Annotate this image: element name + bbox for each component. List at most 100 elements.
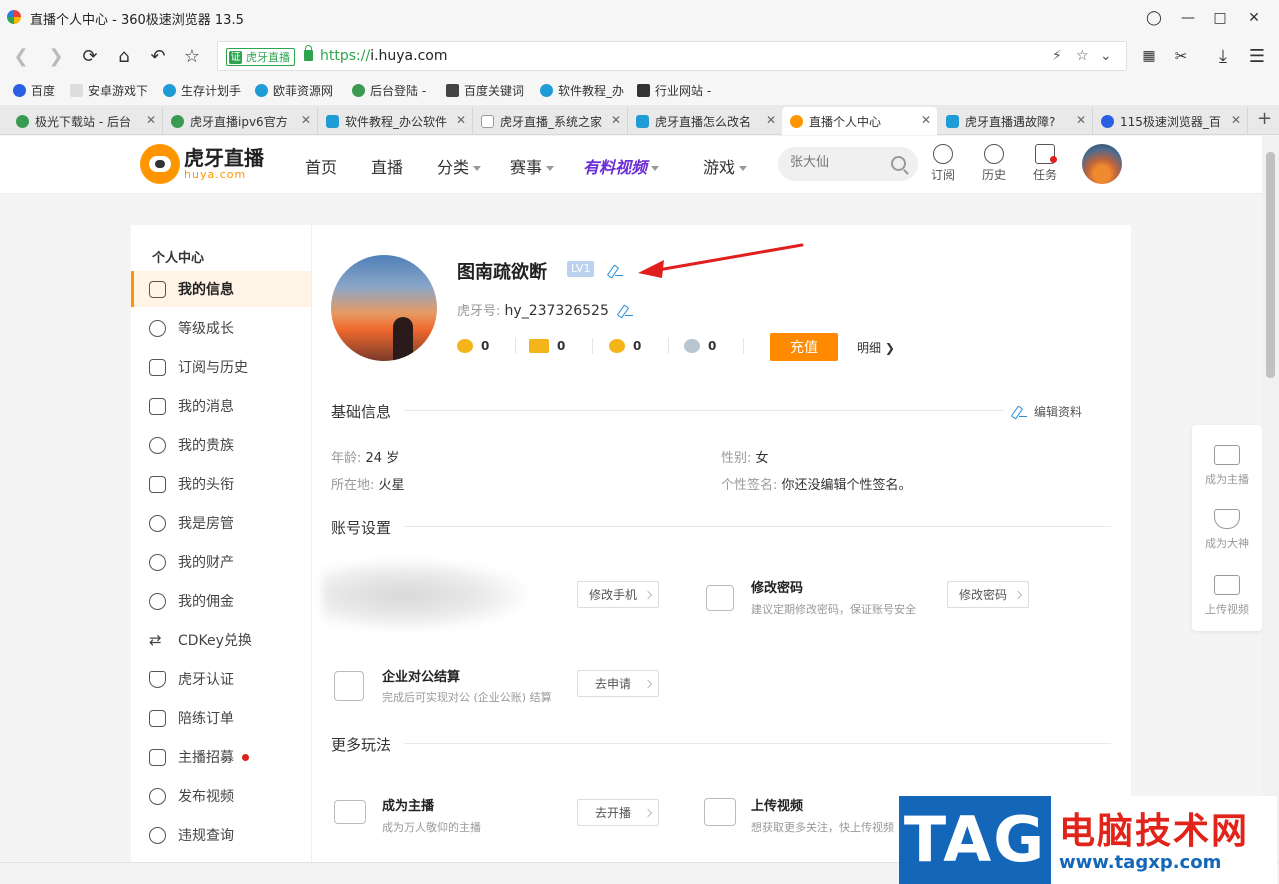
go-live-button[interactable]: 去开播: [577, 799, 659, 826]
skin-icon[interactable]: ◯: [1143, 7, 1165, 29]
edit-icon: [1012, 406, 1028, 418]
stat-gold-bean[interactable]: 0: [457, 339, 489, 353]
bookmark-item[interactable]: 后台登陆 -: [352, 82, 426, 99]
download-icon[interactable]: ⤓: [1212, 45, 1234, 67]
close-tab-icon[interactable]: ✕: [146, 113, 156, 127]
chevron-down-icon[interactable]: ⌄: [1100, 48, 1112, 64]
sidebar-item-subscriptions[interactable]: 订阅与历史: [131, 349, 311, 385]
reload-icon[interactable]: ⟳: [79, 45, 101, 67]
change-phone-button[interactable]: 修改手机: [577, 581, 659, 608]
bookmark-item[interactable]: 百度关键词: [446, 82, 524, 99]
browser-tab-active[interactable]: 直播个人中心 ✕: [782, 107, 937, 135]
scissors-icon[interactable]: ✂: [1170, 45, 1192, 67]
bookmark-item[interactable]: 安卓游戏下: [70, 82, 148, 99]
favorite-star-icon[interactable]: ☆: [181, 45, 203, 67]
minimize-button[interactable]: —: [1177, 7, 1199, 29]
stat-ticket[interactable]: 0: [529, 339, 565, 353]
search-input[interactable]: [790, 155, 885, 170]
nav-events[interactable]: 赛事: [510, 154, 555, 178]
home-icon[interactable]: ⌂: [113, 45, 135, 67]
huya-id: 虎牙号: hy_237326525: [457, 300, 609, 319]
nav-category[interactable]: 分类: [437, 154, 482, 178]
sidebar-item-room-admin[interactable]: 我是房管: [131, 505, 311, 541]
new-tab-button[interactable]: +: [1257, 108, 1272, 129]
sidebar-item-commission[interactable]: 我的佣金: [131, 583, 311, 619]
forward-icon[interactable]: ❯: [45, 45, 67, 67]
nav-video[interactable]: 有料视频: [583, 154, 660, 178]
close-tab-icon[interactable]: ✕: [766, 113, 776, 127]
sidebar-item-level[interactable]: 等级成长: [131, 310, 311, 346]
browser-tab[interactable]: 虎牙直播_系统之家 ✕: [473, 107, 628, 135]
tasks-button[interactable]: 任务: [1025, 144, 1065, 183]
password-desc: 建议定期修改密码，保证账号安全: [751, 603, 916, 616]
close-tab-icon[interactable]: ✕: [611, 113, 621, 127]
page-scrollbar[interactable]: [1262, 136, 1279, 862]
edit-profile-link[interactable]: 编辑资料: [1012, 403, 1082, 420]
bookmark-star-icon[interactable]: ☆: [1076, 48, 1089, 64]
watermark-cn: 电脑技术网: [1059, 811, 1250, 852]
close-tab-icon[interactable]: ✕: [1076, 113, 1086, 127]
stat-coin[interactable]: 0: [609, 339, 641, 353]
url-text[interactable]: https://i.huya.com: [320, 48, 448, 64]
float-become-master[interactable]: 成为大神: [1192, 509, 1262, 551]
search-icon[interactable]: [891, 156, 906, 171]
sidebar-item-verification[interactable]: 虎牙认证: [131, 661, 311, 697]
sidebar-item-messages[interactable]: 我的消息: [131, 388, 311, 424]
subscribe-button[interactable]: 订阅: [923, 144, 963, 183]
close-tab-icon[interactable]: ✕: [456, 113, 466, 127]
browser-tab[interactable]: 极光下载站 - 后台 ✕: [8, 107, 163, 135]
menu-icon[interactable]: ☰: [1246, 45, 1268, 67]
sidebar-item-violations[interactable]: 违规查询: [131, 817, 311, 853]
sidebar-item-titles[interactable]: 我的头衔: [131, 466, 311, 502]
sidebar-item-assets[interactable]: 我的财产: [131, 544, 311, 580]
coin-hand-icon: [149, 592, 166, 610]
browser-tab[interactable]: 软件教程_办公软件 ✕: [318, 107, 473, 135]
bookmark-item[interactable]: 生存计划手: [163, 82, 241, 99]
scrollbar-thumb[interactable]: [1266, 152, 1275, 378]
browser-tab[interactable]: 115极速浏览器_百 ✕: [1093, 107, 1248, 135]
flash-icon[interactable]: ⚡: [1052, 48, 1062, 64]
sidebar-item-publish-video[interactable]: 发布视频: [131, 778, 311, 814]
apps-grid-icon[interactable]: ▦: [1138, 45, 1160, 67]
bookmark-item[interactable]: 欧菲资源网: [255, 82, 333, 99]
site-cert-badge[interactable]: 证虎牙直播: [226, 48, 295, 66]
bookmark-item[interactable]: 百度: [13, 82, 55, 99]
watermark: TAG 电脑技术网 www.tagxp.com: [899, 796, 1277, 884]
browser-tab[interactable]: 虎牙直播ipv6官方 ✕: [163, 107, 318, 135]
edit-id-icon[interactable]: [618, 305, 634, 317]
nav-home[interactable]: 首页: [305, 154, 337, 178]
detail-link[interactable]: 明细 ❯: [857, 339, 895, 356]
back-icon[interactable]: ❮: [10, 45, 32, 67]
change-password-button[interactable]: 修改密码: [947, 581, 1029, 608]
float-become-streamer[interactable]: 成为主播: [1192, 445, 1262, 487]
sidebar-item-my-info[interactable]: 我的信息: [131, 271, 311, 307]
stat-silver-bean[interactable]: 0: [684, 339, 716, 353]
user-avatar[interactable]: [1082, 144, 1122, 184]
building-icon: [334, 671, 364, 701]
address-bar[interactable]: 证虎牙直播 https://i.huya.com ⚡ ☆ ⌄: [217, 41, 1127, 71]
sidebar-item-coaching-orders[interactable]: 陪练订单: [131, 700, 311, 736]
browser-tab[interactable]: 虎牙直播遇故障? ✕: [938, 107, 1093, 135]
caret-down-icon: [546, 166, 555, 171]
bookmark-item[interactable]: 软件教程_办: [540, 82, 624, 99]
close-window-button[interactable]: ✕: [1243, 7, 1265, 29]
sidebar-item-recruitment[interactable]: 主播招募: [131, 739, 311, 775]
apply-button[interactable]: 去申请: [577, 670, 659, 697]
nav-games[interactable]: 游戏: [703, 154, 748, 178]
browser-tab[interactable]: 虎牙直播怎么改名 ✕: [628, 107, 783, 135]
sidebar-item-noble[interactable]: 我的贵族: [131, 427, 311, 463]
float-upload-video[interactable]: 上传视频: [1192, 575, 1262, 617]
huya-logo[interactable]: 虎牙直播 huya.com: [140, 144, 264, 184]
close-tab-icon[interactable]: ✕: [1231, 113, 1241, 127]
close-tab-icon[interactable]: ✕: [921, 113, 931, 127]
close-tab-icon[interactable]: ✕: [301, 113, 311, 127]
sidebar-item-cdkey[interactable]: ⇄ CDKey兑换: [131, 622, 311, 658]
nav-live[interactable]: 直播: [371, 154, 403, 178]
recharge-button[interactable]: 充值: [770, 333, 838, 361]
profile-avatar[interactable]: [331, 255, 437, 361]
bookmark-item[interactable]: 行业网站 -: [637, 82, 711, 99]
edit-name-icon[interactable]: [608, 265, 624, 277]
history-button[interactable]: 历史: [974, 144, 1014, 183]
undo-close-icon[interactable]: ↶: [147, 45, 169, 67]
maximize-button[interactable]: □: [1209, 7, 1231, 29]
